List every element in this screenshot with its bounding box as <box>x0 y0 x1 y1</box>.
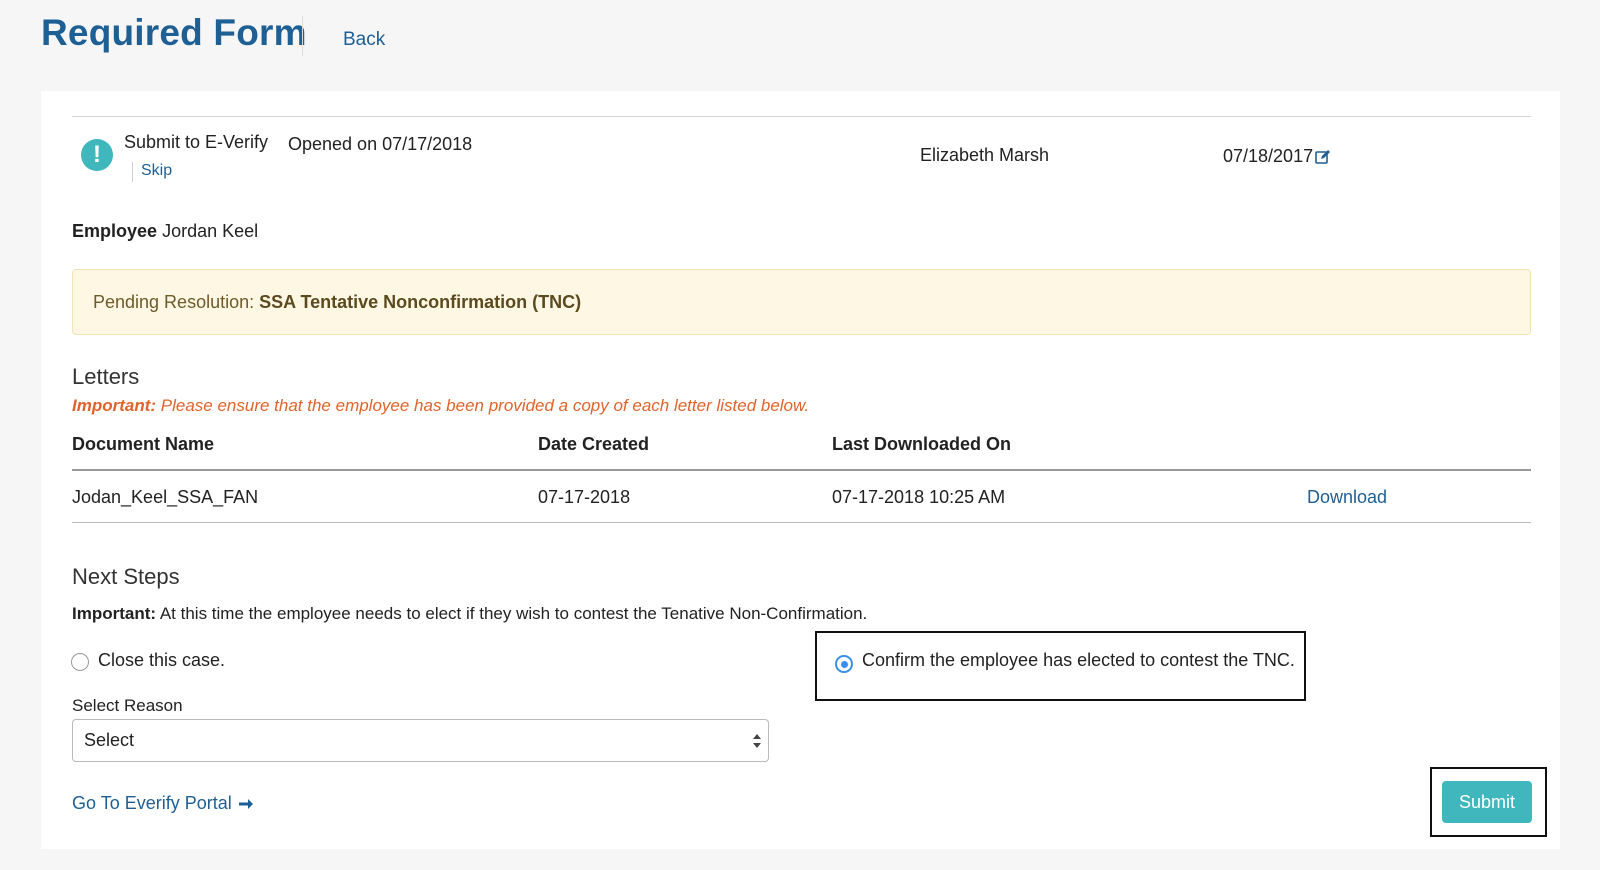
letters-important-label: Important: <box>72 396 157 415</box>
back-link[interactable]: Back <box>343 29 385 51</box>
assignee-name: Elizabeth Marsh <box>920 145 1050 165</box>
cell-document-name: Jodan_Keel_SSA_FAN <box>72 487 259 507</box>
employee-label: Employee <box>72 221 158 241</box>
column-header-document-name: Document Name <box>72 434 215 454</box>
column-header-last-downloaded: Last Downloaded On <box>832 434 1012 454</box>
task-title: Submit to E-Verify <box>124 132 269 152</box>
everify-portal-link[interactable]: Go To Everify Portal <box>72 793 254 814</box>
next-steps-important-label: Important: <box>72 604 157 623</box>
everify-portal-label: Go To Everify Portal <box>72 793 232 813</box>
table-header-rule <box>72 469 1531 471</box>
pending-resolution-text: Pending Resolution: SSA Tentative Noncon… <box>93 292 581 313</box>
select-reason-label: Select Reason <box>72 696 183 715</box>
alert-exclamation-icon: ! <box>81 139 113 171</box>
next-steps-important-note: Important: At this time the employee nee… <box>72 604 867 624</box>
contest-tnc-label[interactable]: Confirm the employee has elected to cont… <box>862 650 1295 671</box>
close-case-label[interactable]: Close this case. <box>98 650 225 671</box>
cell-date-created: 07-17-2018 <box>538 487 631 507</box>
opened-date: Opened on 07/17/2018 <box>288 134 473 154</box>
download-link[interactable]: Download <box>1307 487 1387 508</box>
due-date: 07/18/2017 <box>1223 146 1331 167</box>
skip-divider <box>132 162 133 182</box>
select-arrows-icon <box>752 731 762 751</box>
next-steps-heading: Next Steps <box>72 564 180 589</box>
top-divider <box>72 116 1531 117</box>
submit-button[interactable]: Submit <box>1442 781 1532 823</box>
pending-prefix: Pending Resolution: <box>93 292 260 312</box>
letters-heading: Letters <box>72 364 140 389</box>
arrow-right-icon <box>238 796 254 812</box>
reason-select[interactable]: Select <box>72 719 769 762</box>
due-date-text: 07/18/2017 <box>1223 146 1314 166</box>
employee-line: Employee Jordan Keel <box>72 221 258 242</box>
cell-last-downloaded: 07-17-2018 10:25 AM <box>832 487 1006 507</box>
letters-important-note: Important: Please ensure that the employ… <box>72 396 809 416</box>
column-header-date-created: Date Created <box>538 434 650 454</box>
contest-tnc-radio[interactable] <box>835 655 853 673</box>
letters-important-text: Please ensure that the employee has been… <box>156 396 810 415</box>
employee-name: Jordan Keel <box>162 221 259 241</box>
pending-status: SSA Tentative Nonconfirmation (TNC) <box>259 292 582 312</box>
reason-select-value: Select <box>84 730 135 750</box>
skip-link[interactable]: Skip <box>141 162 172 180</box>
title-divider <box>302 16 303 56</box>
edit-icon[interactable] <box>1315 149 1331 165</box>
next-steps-important-text: At this time the employee needs to elect… <box>156 604 868 623</box>
table-row-rule <box>72 522 1531 523</box>
page-title: Required Form <box>41 12 307 53</box>
close-case-radio[interactable] <box>71 653 89 671</box>
